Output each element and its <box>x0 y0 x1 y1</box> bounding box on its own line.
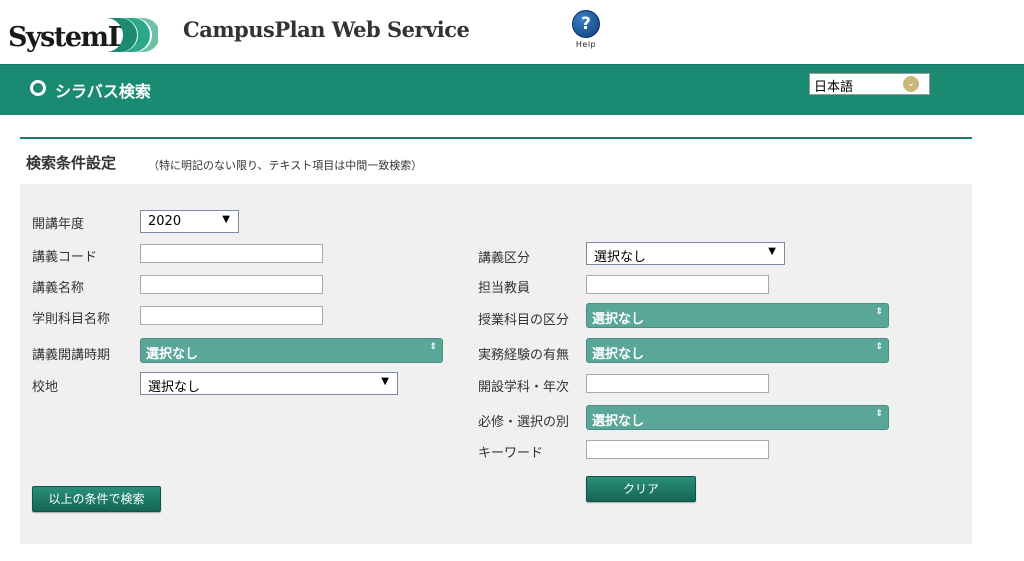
brand-title: CampusPlan Web Service <box>183 17 470 42</box>
category-label: 講義区分 <box>478 251 531 266</box>
svg-text:SystemD: SystemD <box>8 22 131 53</box>
chevron-down-icon: ⌄ <box>903 76 919 92</box>
category-value: 選択なし <box>594 250 647 265</box>
keyword-label: キーワード <box>478 446 544 461</box>
experience-select[interactable]: 選択なし ⇕ <box>586 338 889 363</box>
campus-select[interactable]: 選択なし ▼ <box>140 372 398 395</box>
panel-heading: 検索条件設定 <box>26 154 117 172</box>
experience-value: 選択なし <box>592 347 645 362</box>
help-button[interactable]: ? Help <box>570 10 602 49</box>
course-code-label: 講義コード <box>32 250 98 265</box>
search-form <box>20 184 972 544</box>
experience-label: 実務経験の有無 <box>478 348 570 363</box>
circle-bullet-icon <box>30 80 46 96</box>
keyword-input[interactable] <box>586 440 769 459</box>
period-label: 講義開講時期 <box>32 348 111 363</box>
language-value: 日本語 <box>814 80 854 95</box>
academic-subject-input[interactable] <box>140 306 323 325</box>
panel-divider <box>20 137 972 139</box>
period-value: 選択なし <box>146 347 199 362</box>
year-value: 2020 <box>148 214 182 229</box>
language-select[interactable]: 日本語 ⌄ <box>809 73 930 95</box>
category-select[interactable]: 選択なし ▼ <box>586 242 785 265</box>
academic-subject-label: 学則科目名称 <box>32 312 111 327</box>
subject-class-label: 授業科目の区分 <box>478 313 570 328</box>
course-code-input[interactable] <box>140 244 323 263</box>
required-value: 選択なし <box>592 414 645 429</box>
teacher-input[interactable] <box>586 275 769 294</box>
search-button[interactable]: 以上の条件で検索 <box>32 486 161 512</box>
updown-arrow-icon: ⇕ <box>875 342 883 352</box>
campus-value: 選択なし <box>148 380 201 395</box>
year-select[interactable]: 2020 ▼ <box>140 210 239 233</box>
dropdown-arrow-icon: ▼ <box>768 246 776 257</box>
period-select[interactable]: 選択なし ⇕ <box>140 338 443 363</box>
required-label: 必修・選択の別 <box>478 415 570 430</box>
help-label: Help <box>575 40 597 49</box>
panel-note: （特に明記のない限り、テキスト項目は中間一致検索） <box>148 159 423 172</box>
campus-label: 校地 <box>32 380 59 395</box>
course-name-label: 講義名称 <box>32 281 85 296</box>
subject-class-value: 選択なし <box>592 312 645 327</box>
updown-arrow-icon: ⇕ <box>429 342 437 352</box>
required-select[interactable]: 選択なし ⇕ <box>586 405 889 430</box>
course-name-input[interactable] <box>140 275 323 294</box>
clear-button[interactable]: クリア <box>586 476 696 502</box>
subject-class-select[interactable]: 選択なし ⇕ <box>586 303 889 328</box>
department-label: 開設学科・年次 <box>478 380 570 395</box>
systemd-logo: SystemD <box>8 18 158 53</box>
dropdown-arrow-icon: ▼ <box>381 376 389 387</box>
updown-arrow-icon: ⇕ <box>875 307 883 317</box>
department-input[interactable] <box>586 374 769 393</box>
updown-arrow-icon: ⇕ <box>875 409 883 419</box>
question-icon: ? <box>572 10 600 38</box>
page-title: シラバス検索 <box>55 82 151 101</box>
year-label: 開講年度 <box>32 217 85 232</box>
dropdown-arrow-icon: ▼ <box>222 214 230 225</box>
teacher-label: 担当教員 <box>478 281 531 296</box>
